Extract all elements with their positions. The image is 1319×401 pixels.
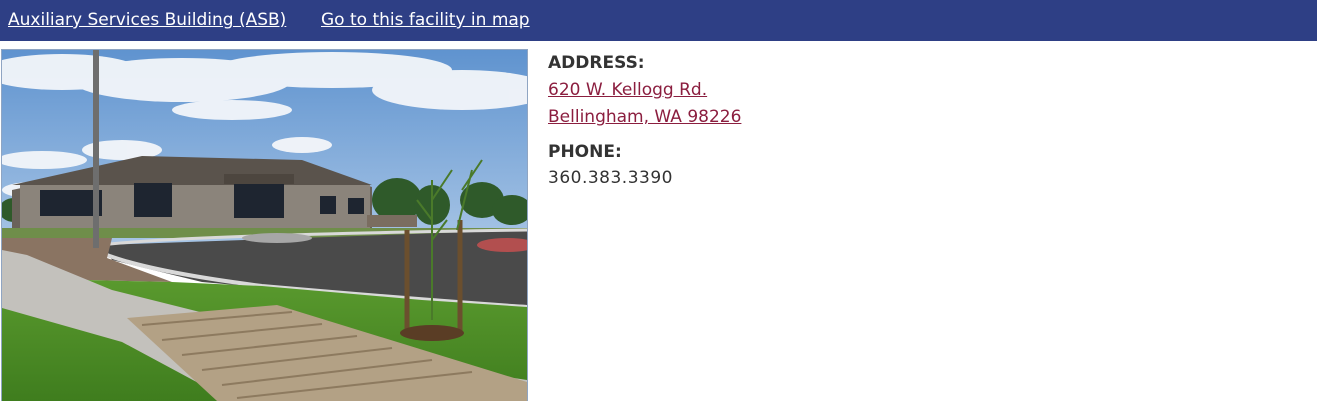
phone-label: PHONE: bbox=[548, 142, 622, 162]
facility-name-link[interactable]: Auxiliary Services Building (ASB) bbox=[8, 9, 286, 31]
facility-header: Auxiliary Services Building (ASB) Go to … bbox=[0, 0, 1319, 41]
address-line-2-link[interactable]: Bellingham, WA 98226 bbox=[548, 106, 741, 128]
address-line-1-link[interactable]: 620 W. Kellogg Rd. bbox=[548, 79, 707, 101]
phone-value: 360.383.3390 bbox=[548, 168, 673, 188]
building-photo bbox=[1, 49, 528, 401]
address-label: ADDRESS: bbox=[548, 53, 645, 73]
map-link[interactable]: Go to this facility in map bbox=[321, 9, 530, 31]
